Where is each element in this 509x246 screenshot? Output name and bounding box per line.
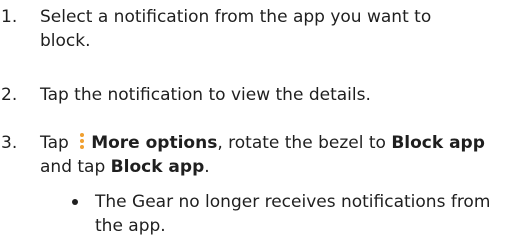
step-number: 2. xyxy=(1,85,18,105)
step-text: Tap the notification to view the details… xyxy=(40,83,500,107)
text-period: . xyxy=(204,157,210,177)
more-options-label: More options xyxy=(91,133,218,153)
step-text-line: Tap the notification to view the details… xyxy=(40,85,371,105)
step-text-line: Tap More options, rotate the bezel to Bl… xyxy=(40,131,500,155)
step-number: 3. xyxy=(1,133,18,153)
bullet-text-line: The Gear no longer receives notification… xyxy=(95,192,491,212)
step-number: 1. xyxy=(1,7,18,27)
bullet-text: The Gear no longer receives notification… xyxy=(95,190,505,238)
block-app-label: Block app xyxy=(391,133,485,153)
block-app-label: Block app xyxy=(110,157,205,177)
step-text: Select a notification from the app you w… xyxy=(40,5,500,53)
text-and-tap: and tap xyxy=(40,157,106,177)
instruction-list: 1. Select a notification from the app yo… xyxy=(0,0,509,246)
step-text-line: block. xyxy=(40,31,91,51)
step-text: Tap More options, rotate the bezel to Bl… xyxy=(40,131,500,179)
text-tap: Tap xyxy=(40,133,69,153)
bullet-text-line: the app. xyxy=(95,216,166,236)
text-rotate: , rotate the bezel to xyxy=(217,133,386,153)
bullet-dot-icon xyxy=(72,199,78,205)
step-text-line: and tap Block app. xyxy=(40,155,500,179)
more-options-icon xyxy=(77,131,87,151)
step-text-line: Select a notification from the app you w… xyxy=(40,7,432,27)
